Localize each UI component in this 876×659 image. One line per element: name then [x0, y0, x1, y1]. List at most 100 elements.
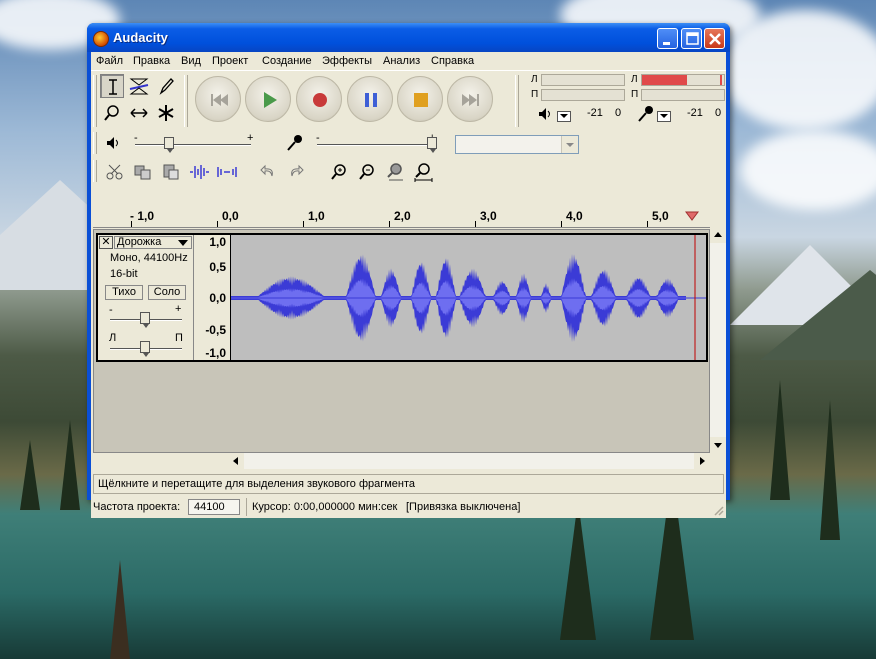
skip-start-button[interactable] [195, 76, 241, 122]
output-volume-slider[interactable] [164, 137, 174, 153]
toolbar-grip[interactable] [93, 75, 97, 127]
input-device-select[interactable] [455, 135, 579, 154]
magnifier-icon [104, 105, 119, 121]
playback-meter-left-label: Л [531, 74, 538, 85]
copy-icon [134, 165, 151, 180]
pan-slider[interactable] [140, 341, 150, 357]
scale-label: 1,0 [209, 235, 226, 249]
menu-bar: Файл Правка Вид Проект Создание Эффекты … [91, 52, 726, 70]
mute-button[interactable]: Тихо [105, 285, 143, 300]
trim-audio-icon [190, 165, 209, 179]
silence-audio-icon [217, 167, 237, 177]
scale-label: 0,0 [209, 291, 226, 305]
scroll-up-button[interactable] [710, 227, 726, 243]
multi-tool-button[interactable] [154, 101, 178, 125]
ruler-label: 3,0 [480, 209, 497, 223]
maximize-button[interactable] [681, 28, 702, 49]
silence-button[interactable] [215, 160, 239, 184]
project-rate-input[interactable]: 44100 [188, 499, 240, 515]
ruler-tick [561, 221, 562, 227]
menu-file[interactable]: Файл [96, 55, 123, 67]
microphone-icon [638, 106, 653, 122]
copy-button[interactable] [131, 160, 155, 184]
toolbar-grip[interactable] [184, 75, 188, 127]
title-bar[interactable]: Audacity [87, 23, 730, 52]
ruler-tick [131, 221, 132, 227]
trim-button[interactable] [187, 160, 211, 184]
pause-icon [365, 93, 377, 107]
input-microphone-icon [287, 135, 302, 151]
gain-slider[interactable] [140, 312, 150, 328]
scroll-left-button[interactable] [228, 453, 244, 469]
input-volume-minus: - [316, 132, 320, 144]
minimize-icon [663, 42, 670, 45]
window-client: Файл Правка Вид Проект Создание Эффекты … [91, 52, 726, 518]
fit-selection-button[interactable] [383, 160, 407, 184]
track-name-menu[interactable]: Дорожка [114, 236, 192, 249]
menu-view[interactable]: Вид [181, 55, 201, 67]
menu-help[interactable]: Справка [431, 55, 474, 67]
output-volume-icon [107, 137, 118, 149]
menu-generate[interactable]: Создание [262, 55, 312, 67]
selection-tool-button[interactable] [100, 74, 124, 98]
arrow-right-icon [700, 457, 705, 465]
playback-meter-menu[interactable] [557, 111, 571, 122]
scroll-down-button[interactable] [710, 437, 726, 453]
toolbar-grip[interactable] [93, 160, 97, 182]
toolbar-grip[interactable] [515, 75, 519, 127]
arrow-down-icon [714, 443, 722, 448]
track-close-button[interactable]: ✕ [99, 236, 113, 249]
toolbar-grip[interactable] [93, 132, 97, 154]
track-format: Моно, 44100Hz [110, 252, 188, 264]
stop-button[interactable] [397, 76, 443, 122]
audacity-window: Audacity Файл Правка Вид Проект Создание… [87, 23, 730, 518]
pause-button[interactable] [347, 76, 393, 122]
vertical-scrollbar[interactable] [710, 227, 726, 453]
play-button[interactable] [245, 76, 291, 122]
playback-scale-min: -21 [587, 107, 603, 119]
record-meter-menu[interactable] [657, 111, 671, 122]
draw-tool-button[interactable] [154, 74, 178, 98]
menu-analyze[interactable]: Анализ [383, 55, 420, 67]
zoom-out-icon [359, 164, 374, 180]
audio-track: ✕ Дорожка Моно, 44100Hz 16-bit Тихо Соло… [96, 233, 708, 362]
zoom-out-button[interactable] [355, 160, 379, 184]
cut-button[interactable] [103, 160, 127, 184]
paste-button[interactable] [159, 160, 183, 184]
menu-project[interactable]: Проект [212, 55, 248, 67]
record-button[interactable] [296, 76, 342, 122]
undo-button[interactable] [256, 160, 280, 184]
resize-grip-icon[interactable] [712, 504, 724, 516]
input-volume-slider[interactable] [427, 137, 437, 153]
scale-label: -0,5 [205, 323, 226, 337]
ruler-label: 1,0 [308, 209, 325, 223]
solo-button[interactable]: Соло [148, 285, 186, 300]
gain-minus: - [109, 304, 113, 316]
menu-effects[interactable]: Эффекты [322, 55, 372, 67]
zoom-tool-button[interactable] [100, 101, 124, 125]
timeline-ruler[interactable]: - 1,0 0,0 1,0 2,0 3,0 4,0 5,0 [93, 208, 710, 228]
output-volume-plus: + [247, 132, 254, 144]
time-shift-tool-button[interactable] [127, 101, 151, 125]
close-button[interactable] [704, 28, 725, 49]
redo-icon [291, 164, 304, 177]
zoom-in-button[interactable] [327, 160, 351, 184]
waveform-display[interactable] [231, 235, 706, 360]
minimize-button[interactable] [657, 28, 678, 49]
paste-icon [163, 164, 179, 180]
status-bar: Частота проекта: 44100 Курсор: 0:00,0000… [91, 496, 726, 518]
zoom-in-icon [331, 164, 346, 180]
envelope-tool-button[interactable] [127, 74, 151, 98]
redo-button[interactable] [284, 160, 308, 184]
scroll-right-button[interactable] [694, 453, 710, 469]
track-control-panel: ✕ Дорожка Моно, 44100Hz 16-bit Тихо Соло… [98, 235, 194, 360]
horizontal-scrollbar[interactable] [228, 453, 710, 469]
fit-project-button[interactable] [411, 160, 435, 184]
hint-bar: Щёлкните и перетащите для выделения звук… [93, 474, 724, 494]
pencil-icon [159, 78, 174, 95]
menu-edit[interactable]: Правка [133, 55, 170, 67]
ruler-label: 2,0 [394, 209, 411, 223]
skip-end-button[interactable] [447, 76, 493, 122]
output-volume-minus: - [134, 132, 138, 144]
pan-left-label: Л [109, 332, 117, 344]
